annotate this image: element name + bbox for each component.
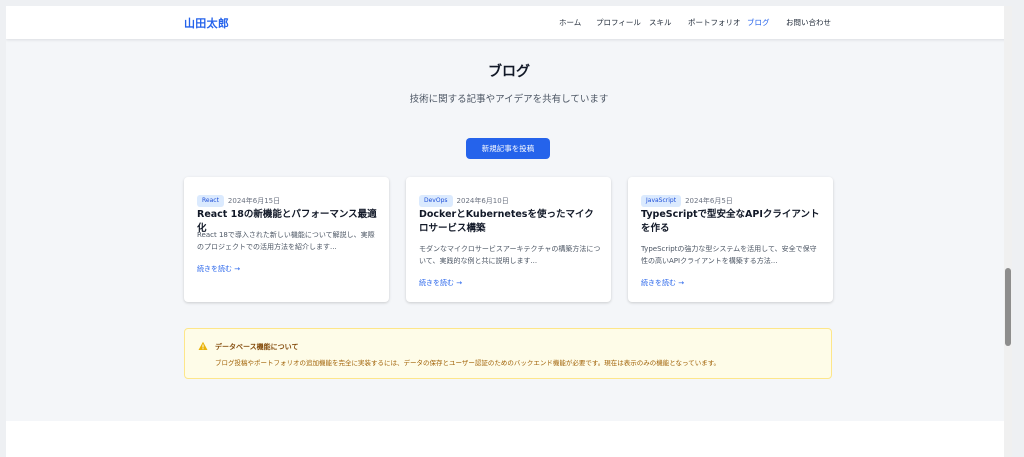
card-meta: JavaScript 2024年6月5日 <box>641 190 733 207</box>
blog-card[interactable]: DevOps 2024年6月10日 DockerとKubernetesを使ったマイ… <box>406 177 611 302</box>
category-tag: DevOps <box>419 194 453 207</box>
warning-icon <box>198 341 208 350</box>
read-more-link[interactable]: 続きを読む → <box>197 264 240 274</box>
post-excerpt: React 18で導入された新しい機能について解説し、実際のプロジェクトでの活用… <box>197 231 375 251</box>
site-logo[interactable]: 山田太郎 <box>184 15 229 31</box>
post-title[interactable]: DockerとKubernetesを使ったマイクロサービス構築 <box>419 208 599 236</box>
database-notice: データベース機能について ブログ投稿やポートフォリオの追加機能を完全に実装するに… <box>184 328 832 379</box>
nav-item-home[interactable]: ホーム <box>559 17 581 28</box>
nav-item-blog[interactable]: ブログ <box>747 17 770 28</box>
read-more-link[interactable]: 続きを読む → <box>641 278 684 288</box>
category-tag: React <box>197 194 224 207</box>
next-section <box>6 421 1012 457</box>
post-date: 2024年6月10日 <box>456 196 509 205</box>
page-subtitle: 技術に関する記事やアイデアを共有しています <box>409 94 609 105</box>
nav-item-profile[interactable]: プロフィール <box>596 17 641 28</box>
browser-viewport: 山田太郎 ホーム プロフィール スキル ポートフォリオ ブログ お問い合わせ ブ… <box>6 6 1012 457</box>
category-tag: JavaScript <box>641 194 682 207</box>
post-excerpt: TypeScriptの強力な型システムを活用して、安全で保守性の高いAPIクライ… <box>641 245 817 265</box>
nav-item-skills[interactable]: スキル <box>649 17 672 28</box>
post-date: 2024年6月15日 <box>227 196 281 205</box>
notice-body: ブログ投稿やポートフォリオの追加機能を完全に実装するには、データの保存とユーザー… <box>215 359 721 367</box>
page-scrollbar[interactable] <box>1004 6 1012 457</box>
blog-card[interactable]: JavaScript 2024年6月5日 TypeScriptで型安全なAPIクラ… <box>628 177 833 302</box>
nav-item-contact[interactable]: お問い合わせ <box>786 17 831 28</box>
card-meta: DevOps 2024年6月10日 <box>419 190 509 207</box>
scrollbar-thumb[interactable] <box>1005 268 1011 346</box>
read-more-link[interactable]: 続きを読む → <box>419 278 462 288</box>
post-title[interactable]: TypeScriptで型安全なAPIクライアントを作る <box>641 208 821 236</box>
new-post-button[interactable]: 新規記事を投稿 <box>466 138 550 159</box>
site-header: 山田太郎 ホーム プロフィール スキル ポートフォリオ ブログ お問い合わせ <box>6 6 1012 39</box>
post-date: 2024年6月5日 <box>685 196 733 205</box>
post-excerpt: モダンなマイクロサービスアーキテクチャの構築方法について、実践的な例と共に説明し… <box>419 245 601 265</box>
blog-card[interactable]: React 2024年6月15日 React 18の新機能とパフォーマンス最適化 … <box>184 177 389 302</box>
nav-item-portfolio[interactable]: ポートフォリオ <box>688 17 741 28</box>
notice-title: データベース機能について <box>215 343 299 351</box>
card-meta: React 2024年6月15日 <box>197 190 280 207</box>
page-title: ブログ <box>488 64 530 80</box>
